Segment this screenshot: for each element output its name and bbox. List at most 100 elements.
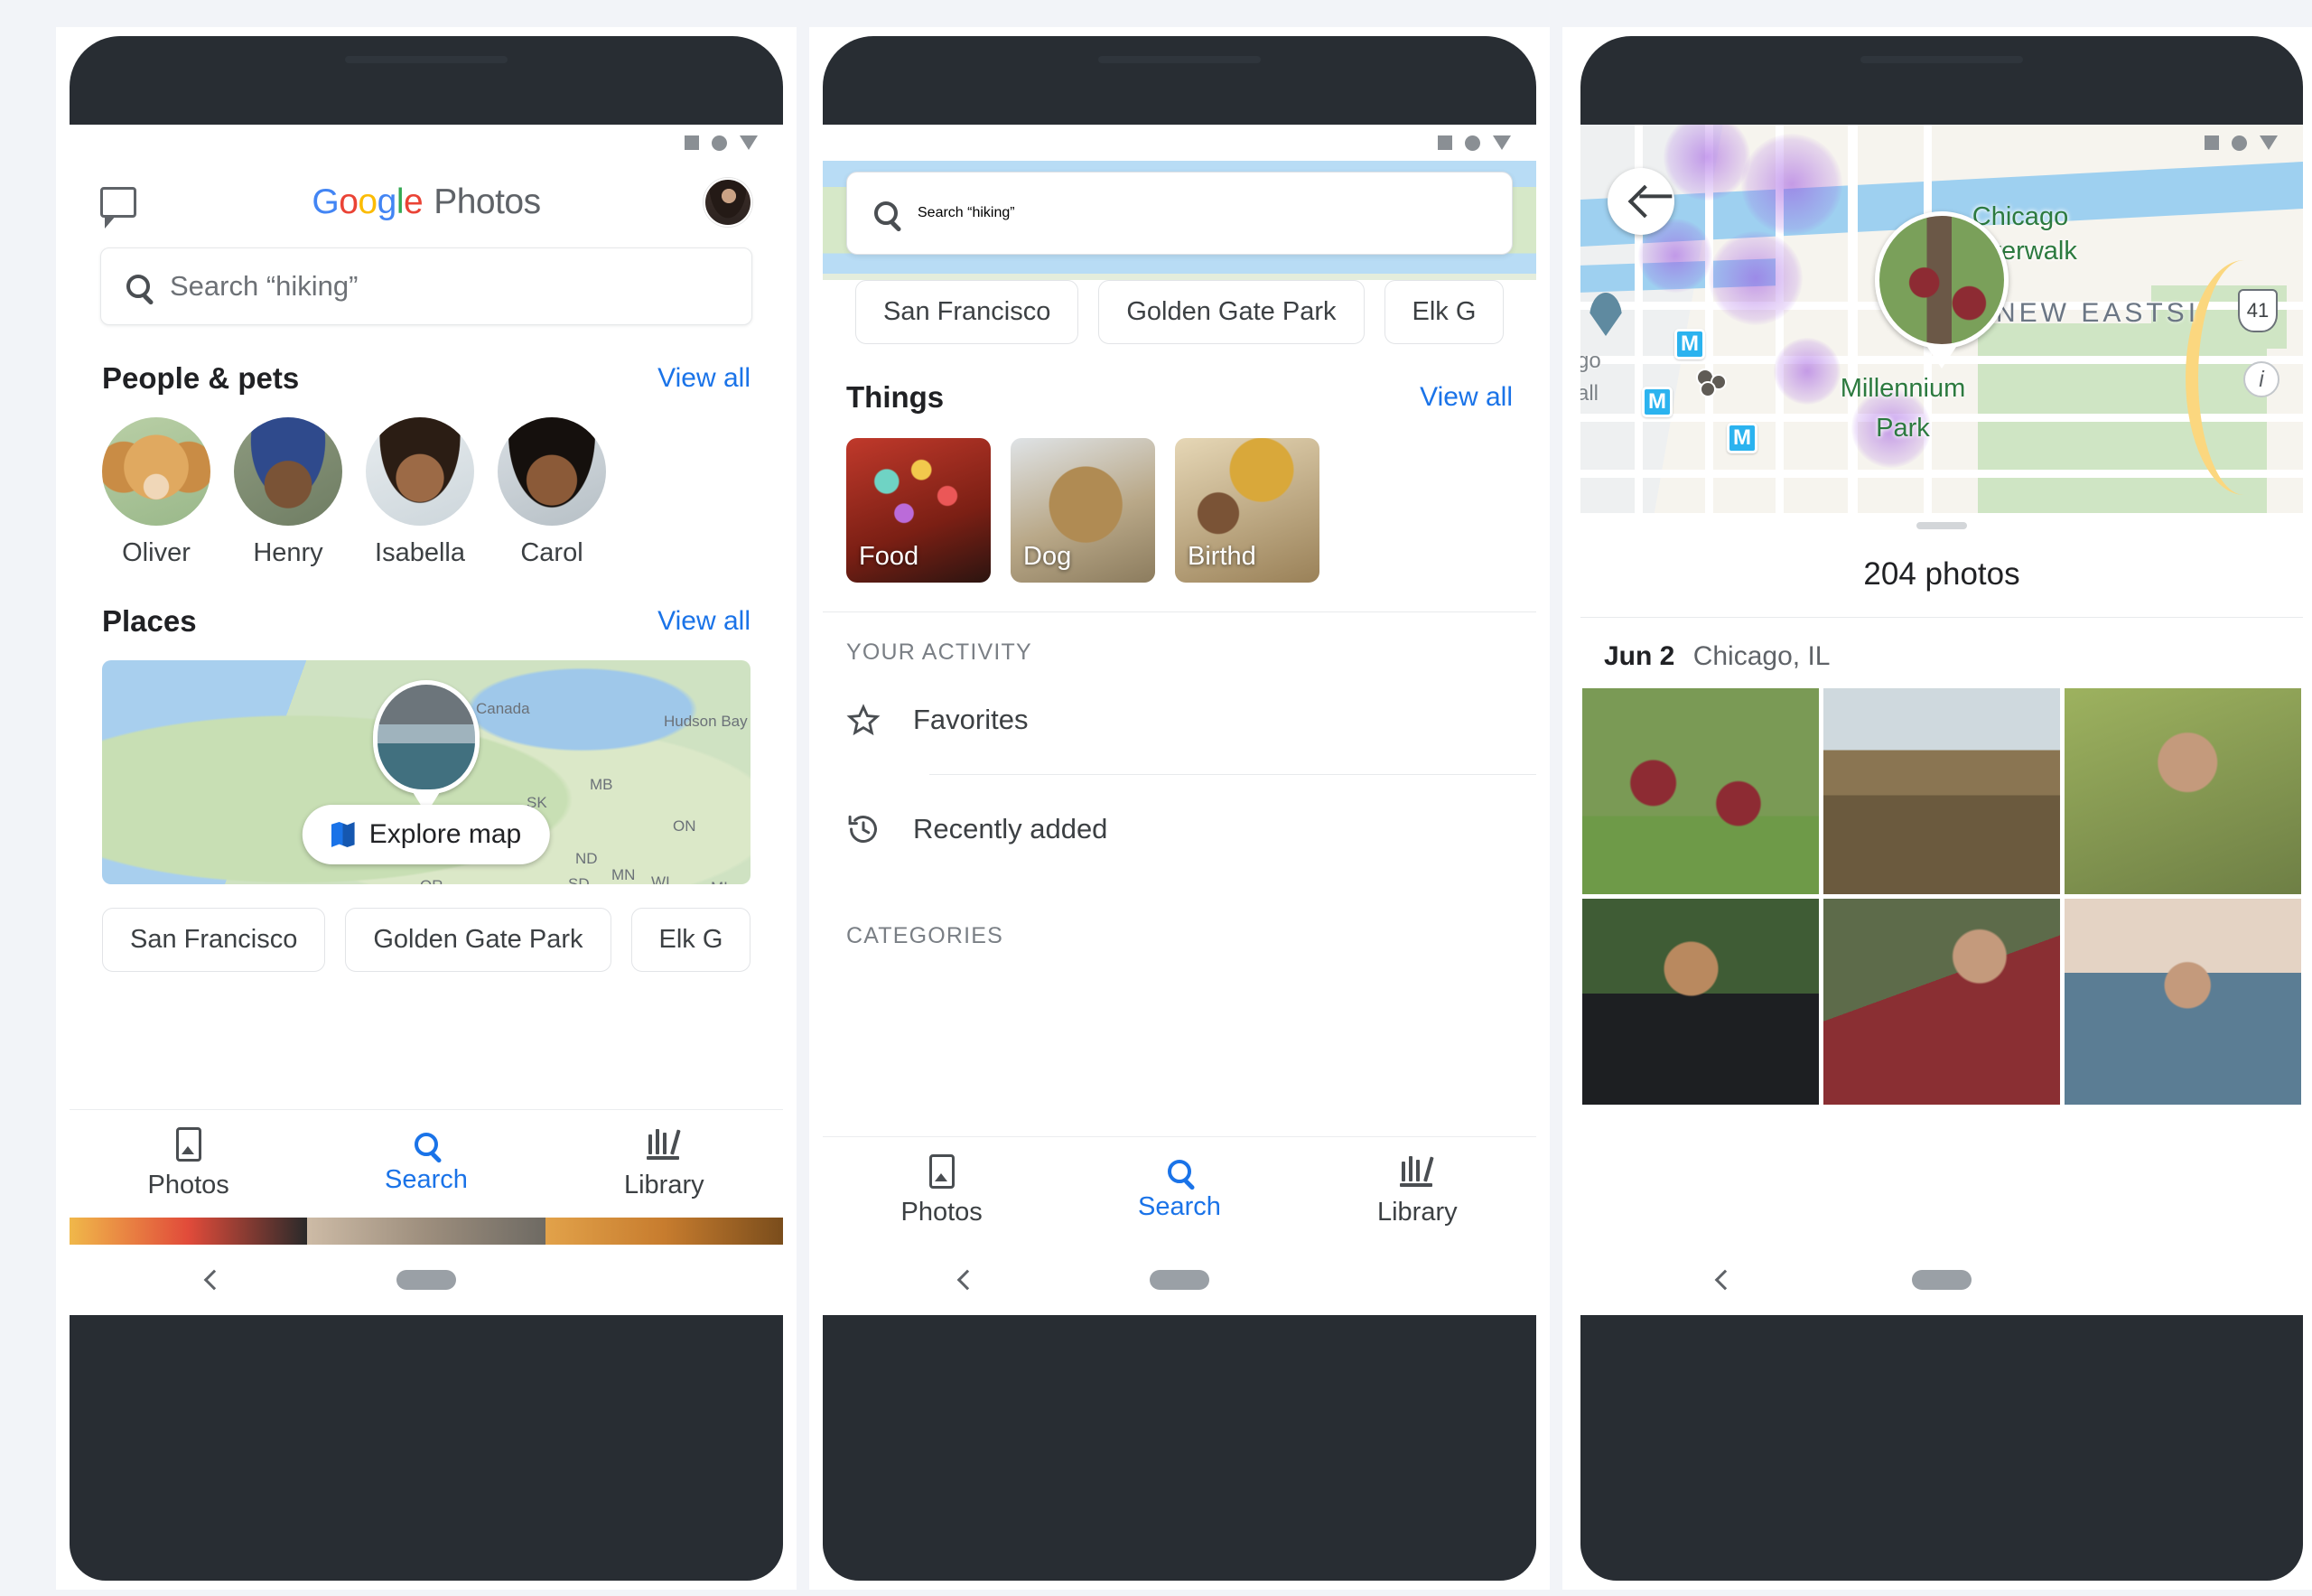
- people-view-all-link[interactable]: View all: [657, 363, 750, 394]
- back-chevron-icon[interactable]: [203, 1269, 225, 1291]
- search-input[interactable]: Search “hiking”: [846, 172, 1513, 255]
- place-photo-marker[interactable]: [373, 680, 480, 799]
- system-nav-2[interactable]: [823, 1245, 1536, 1315]
- screen-1: Google Photos Search “hiking” People & pe…: [70, 125, 783, 1315]
- chip-san-francisco[interactable]: San Francisco: [102, 908, 326, 972]
- chip-elk-grove[interactable]: Elk G: [630, 908, 751, 972]
- thing-tile-dog[interactable]: Dog: [1011, 438, 1155, 583]
- places-section-title: Places: [102, 604, 197, 638]
- search-icon: [414, 1133, 438, 1156]
- tab-library[interactable]: Library: [545, 1127, 783, 1200]
- tab-photos[interactable]: Photos: [70, 1127, 307, 1200]
- tab-library[interactable]: Library: [1299, 1154, 1536, 1227]
- home-pill-icon[interactable]: [1150, 1270, 1209, 1290]
- triangle-down-icon: [2260, 135, 2278, 150]
- place-chips-row[interactable]: San Francisco Golden Gate Park Elk G: [70, 884, 783, 972]
- person-chip[interactable]: Isabella: [366, 417, 474, 568]
- chip-golden-gate-park[interactable]: Golden Gate Park: [1098, 280, 1365, 344]
- avatar[interactable]: [704, 178, 752, 227]
- photo-grid[interactable]: [1580, 688, 2303, 1105]
- phone-panel-1: Google Photos Search “hiking” People & pe…: [56, 27, 797, 1590]
- tab-library-label: Library: [623, 1171, 704, 1199]
- map-label-park: Park: [1876, 414, 1930, 443]
- photo-grid-cell[interactable]: [2065, 688, 2301, 894]
- photo-grid-cell[interactable]: [1582, 899, 1819, 1105]
- person-chip[interactable]: Carol: [498, 417, 606, 568]
- photo-count-label: 204 photos: [1863, 556, 2020, 592]
- thing-tile-birthday[interactable]: Birthd: [1175, 438, 1319, 583]
- system-nav-3[interactable]: [1580, 1245, 2303, 1315]
- bottom-nav-1[interactable]: Photos Search Library: [70, 1109, 783, 1218]
- activity-item-favorites[interactable]: Favorites: [823, 666, 1536, 774]
- photo-cluster-marker[interactable]: [1875, 211, 2009, 354]
- date-group-place: Chicago, IL: [1692, 641, 1831, 671]
- tab-photos[interactable]: Photos: [823, 1154, 1060, 1227]
- transit-badge-icon[interactable]: M: [1642, 387, 1673, 417]
- photo-grid-cell[interactable]: [1823, 899, 2060, 1105]
- people-cluster-icon[interactable]: [1696, 369, 1736, 399]
- tab-search[interactable]: Search: [1060, 1160, 1298, 1222]
- back-chevron-icon[interactable]: [1714, 1269, 1736, 1291]
- sheet-drag-handle[interactable]: [1916, 522, 1967, 529]
- places-map-card[interactable]: Canada Hudson Bay MB SK ON ND MN SD WI M…: [102, 660, 750, 884]
- home-pill-icon[interactable]: [396, 1270, 456, 1290]
- people-row[interactable]: Oliver Henry Isabella Carol: [70, 396, 783, 568]
- activity-item-recently-added[interactable]: Recently added: [823, 775, 1536, 883]
- photos-icon: [175, 1127, 201, 1162]
- map-label-sd: SD: [568, 875, 590, 884]
- back-button[interactable]: [1608, 168, 1674, 235]
- back-chevron-icon[interactable]: [956, 1269, 978, 1291]
- chip-golden-gate-park[interactable]: Golden Gate Park: [345, 908, 611, 972]
- device-speaker: [1860, 56, 2023, 63]
- square-icon: [1438, 135, 1452, 150]
- date-group-header: Jun 2 Chicago, IL: [1604, 641, 1830, 672]
- person-chip[interactable]: Oliver: [102, 417, 210, 568]
- brand-product-label: Photos: [434, 182, 541, 221]
- places-section-header: Places View all: [70, 604, 783, 639]
- chip-san-francisco[interactable]: San Francisco: [855, 280, 1079, 344]
- map-label-new-eastside: NEW EASTSI: [1996, 298, 2200, 328]
- search-input[interactable]: Search “hiking”: [100, 247, 752, 325]
- chat-bubble-icon[interactable]: [100, 187, 136, 229]
- explore-map-button[interactable]: Explore map: [302, 805, 551, 864]
- info-icon[interactable]: i: [2243, 361, 2279, 397]
- activity-item-label: Recently added: [913, 813, 1108, 845]
- transit-badge-icon[interactable]: M: [1727, 423, 1757, 453]
- thing-tile-label: Birthd: [1188, 542, 1256, 571]
- things-view-all-link[interactable]: View all: [1420, 382, 1513, 413]
- map-label-wi: WI: [651, 873, 670, 884]
- divider: [1580, 617, 2303, 618]
- chip-elk-grove[interactable]: Elk G: [1384, 280, 1505, 344]
- home-pill-icon[interactable]: [1912, 1270, 1972, 1290]
- system-nav-1[interactable]: [70, 1245, 783, 1315]
- person-photo: [366, 417, 474, 526]
- device-speaker: [1098, 56, 1261, 63]
- heatmap-blob: [1709, 231, 1803, 325]
- map-label-partial-2: all: [1580, 381, 1599, 406]
- thing-tile-food[interactable]: Food: [846, 438, 991, 583]
- map-place-pin[interactable]: [1590, 293, 1622, 336]
- photos-icon: [928, 1154, 955, 1189]
- photo-grid-cell[interactable]: [1823, 688, 2060, 894]
- tab-search[interactable]: Search: [307, 1133, 545, 1195]
- transit-badge-icon[interactable]: M: [1674, 329, 1705, 359]
- photo-grid-cell[interactable]: [1582, 688, 1819, 894]
- things-tiles-row[interactable]: Food Dog Birthd: [823, 415, 1536, 583]
- map-label-partial-1: go: [1580, 349, 1601, 373]
- places-view-all-link[interactable]: View all: [657, 606, 750, 637]
- tab-photos-label: Photos: [147, 1171, 229, 1199]
- bottom-nav-2[interactable]: Photos Search Library: [823, 1136, 1536, 1245]
- person-name: Isabella: [375, 538, 465, 567]
- place-map[interactable]: go all Chicago Riverwalk NEW EASTSI Mill…: [1580, 125, 2303, 513]
- search-placeholder: Search “hiking”: [918, 205, 1015, 220]
- photo-grid-cell[interactable]: [2065, 899, 2301, 1105]
- library-icon: [647, 1127, 681, 1162]
- person-photo: [102, 417, 210, 526]
- map-label-millennium: Millennium: [1840, 374, 1966, 403]
- place-chips-row[interactable]: San Francisco Golden Gate Park Elk G: [823, 280, 1536, 344]
- map-label-or: OR: [420, 877, 443, 884]
- person-chip[interactable]: Henry: [234, 417, 342, 568]
- person-name: Henry: [253, 538, 323, 567]
- tab-photos-label: Photos: [900, 1198, 983, 1227]
- people-section-header: People & pets View all: [70, 361, 783, 396]
